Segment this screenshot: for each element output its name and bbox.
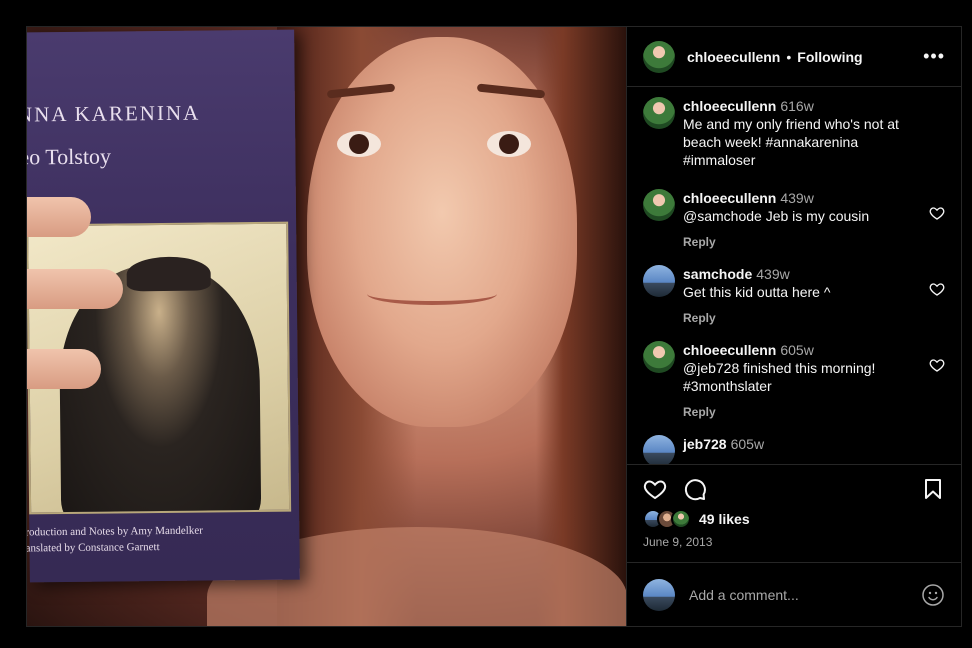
photo-finger bbox=[27, 349, 101, 389]
photo-smile bbox=[367, 283, 497, 305]
reply-button[interactable]: Reply bbox=[683, 309, 919, 327]
comment-body: chloeecullenn 439w @samchode Jeb is my co… bbox=[683, 189, 945, 251]
comment-item: samchode 439w Get this kid outta here ^ R… bbox=[643, 265, 945, 327]
post-date: June 9, 2013 bbox=[643, 535, 713, 549]
current-user-avatar bbox=[643, 578, 675, 611]
comment-username[interactable]: chloeecullenn bbox=[683, 342, 776, 358]
photo-finger bbox=[27, 269, 123, 309]
comments-list[interactable]: chloeecullenn 616w Me and my only friend … bbox=[627, 87, 961, 465]
post-details-panel: chloeecullenn • Following ••• chloeecull… bbox=[626, 27, 961, 626]
comment-body: chloeecullenn 605w @jeb728 finished this … bbox=[683, 341, 945, 421]
likes-count[interactable]: 49 likes bbox=[699, 511, 750, 527]
reply-button[interactable]: Reply bbox=[683, 403, 919, 421]
caption-comment: chloeecullenn 616w Me and my only friend … bbox=[643, 97, 945, 169]
comment-username[interactable]: chloeecullenn bbox=[683, 190, 776, 206]
book-credits-line: roduction and Notes by Amy Mandelker bbox=[27, 524, 203, 539]
comment-username[interactable]: jeb728 bbox=[683, 436, 727, 452]
comment-avatar[interactable] bbox=[643, 341, 675, 373]
book-credits: roduction and Notes by Amy Mandelker ans… bbox=[27, 523, 203, 557]
comment-item: chloeecullenn 439w @samchode Jeb is my co… bbox=[643, 189, 945, 251]
author-username[interactable]: chloeecullenn bbox=[687, 49, 780, 65]
add-comment-bar bbox=[627, 562, 961, 626]
comment-username[interactable]: chloeecullenn bbox=[683, 98, 776, 114]
comment-item: jeb728 605w bbox=[643, 435, 945, 464]
comment-time: 605w bbox=[730, 436, 765, 452]
post-photo[interactable]: NNA KARENINA eo Tolstoy roduction and No… bbox=[27, 27, 626, 626]
separator-dot: • bbox=[786, 48, 792, 65]
more-options-icon[interactable]: ••• bbox=[923, 46, 945, 67]
likes-row: 49 likes bbox=[627, 507, 961, 531]
comment-time: 439w bbox=[756, 266, 790, 282]
reply-button[interactable]: Reply bbox=[683, 233, 919, 251]
comment-body: samchode 439w Get this kid outta here ^ R… bbox=[683, 265, 945, 327]
comment-icon[interactable] bbox=[683, 477, 707, 501]
post-modal: NNA KARENINA eo Tolstoy roduction and No… bbox=[26, 26, 962, 627]
comment-time: 439w bbox=[780, 190, 814, 206]
following-button[interactable]: Following bbox=[797, 49, 862, 65]
comment-like-heart-icon[interactable] bbox=[929, 357, 945, 373]
liker-avatars[interactable] bbox=[643, 509, 691, 529]
photo-hand bbox=[27, 197, 127, 417]
heart-icon[interactable] bbox=[643, 477, 667, 501]
post-header: chloeecullenn • Following ••• bbox=[627, 27, 961, 87]
painting-hat bbox=[126, 256, 211, 292]
comment-avatar[interactable] bbox=[643, 265, 675, 297]
comment-avatar[interactable] bbox=[643, 435, 675, 464]
comment-username[interactable]: samchode bbox=[683, 266, 752, 282]
smiley-icon[interactable] bbox=[921, 583, 945, 607]
comment-text: Get this kid outta here ^ bbox=[683, 284, 831, 300]
bookmark-icon[interactable] bbox=[921, 477, 945, 501]
comment-text: @jeb728 finished this morning! #3monthsl… bbox=[683, 360, 876, 394]
comment-avatar[interactable] bbox=[643, 189, 675, 221]
photo-eye bbox=[487, 131, 531, 157]
comment-time: 605w bbox=[780, 342, 814, 358]
book-author: eo Tolstoy bbox=[27, 143, 112, 170]
comment-time: 616w bbox=[780, 98, 814, 114]
photo-eye bbox=[337, 131, 381, 157]
comment-item: chloeecullenn 605w @jeb728 finished this … bbox=[643, 341, 945, 421]
comment-text: @samchode Jeb is my cousin bbox=[683, 208, 870, 224]
comment-avatar[interactable] bbox=[643, 97, 675, 129]
book-credits-line: anslated by Constance Garnett bbox=[27, 541, 160, 555]
author-avatar[interactable] bbox=[643, 40, 675, 73]
comment-like-heart-icon[interactable] bbox=[929, 205, 945, 221]
add-comment-input[interactable] bbox=[689, 586, 921, 603]
comment-text: Me and my only friend who's not at beach… bbox=[683, 116, 899, 168]
post-actions bbox=[627, 465, 961, 507]
comment-like-heart-icon[interactable] bbox=[929, 281, 945, 297]
book-title: NNA KARENINA bbox=[27, 100, 201, 127]
comment-body: chloeecullenn 616w Me and my only friend … bbox=[683, 97, 945, 169]
comment-body: jeb728 605w bbox=[683, 435, 945, 464]
photo-finger bbox=[27, 197, 91, 237]
liker-avatar bbox=[671, 509, 691, 529]
